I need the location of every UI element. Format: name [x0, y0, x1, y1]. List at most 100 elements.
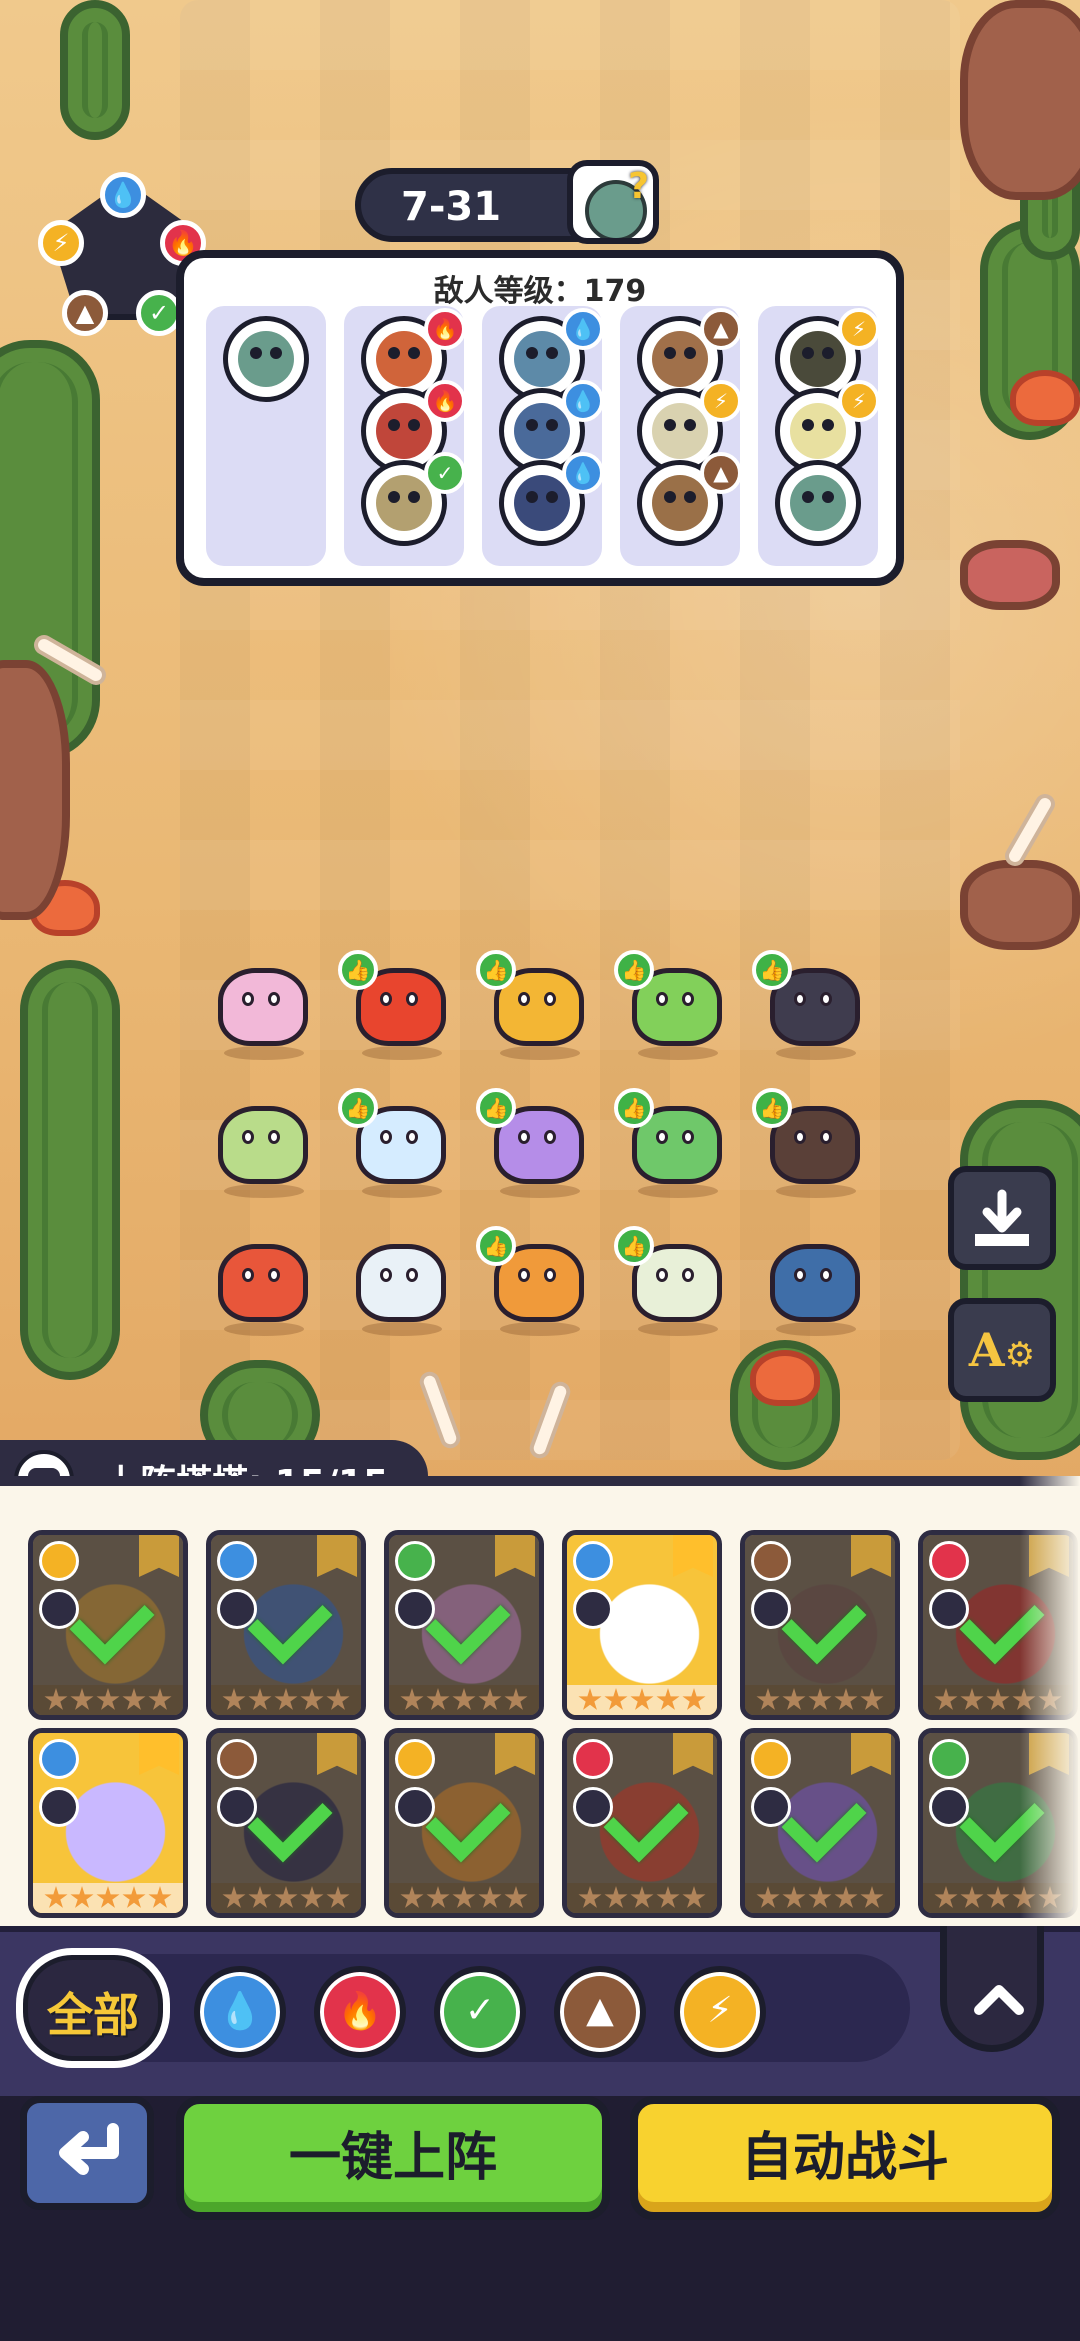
mountain-icon: ▲ — [700, 308, 742, 350]
stage-label: 7-31 — [401, 184, 502, 230]
back-button[interactable] — [20, 2096, 154, 2210]
enemy-portrait[interactable] — [223, 316, 309, 402]
enemy-level-title: 敌人等级：179 — [433, 274, 647, 309]
unit-card[interactable] — [740, 1728, 900, 1918]
star-icon — [70, 1688, 94, 1710]
unit-card[interactable] — [740, 1530, 900, 1720]
deployed-unit[interactable] — [200, 1226, 320, 1336]
auto-battle-button[interactable]: 自动战斗 — [630, 2096, 1060, 2220]
star-rating — [211, 1883, 361, 1913]
unit-roster[interactable] — [0, 1476, 1080, 1926]
flower-decoration — [750, 1350, 820, 1406]
auto-settings-button[interactable]: A⚙ — [948, 1298, 1056, 1402]
cactus-decoration — [20, 960, 120, 1380]
enemy-column: 🔥 🔥 ✓ — [344, 306, 466, 566]
cactus-decoration — [60, 0, 130, 140]
deployed-unit[interactable]: 👍 — [752, 1088, 872, 1198]
enemy-portrait[interactable] — [775, 460, 861, 546]
star-icon — [222, 1688, 246, 1710]
leaf-icon: ✓ — [424, 452, 466, 494]
auto-settings-label: A — [968, 1323, 1005, 1377]
return-arrow-icon — [59, 2123, 119, 2175]
deployed-unit[interactable]: 👍 — [338, 1088, 458, 1198]
star-icon — [756, 1688, 780, 1710]
star-icon — [578, 1688, 602, 1710]
star-icon — [986, 1886, 1010, 1908]
deployed-unit[interactable]: 👍 — [614, 1226, 734, 1336]
star-icon — [756, 1886, 780, 1908]
lightning-icon: ⚡ — [700, 380, 742, 422]
deployed-unit[interactable]: 👍 — [476, 950, 596, 1060]
unit-card[interactable] — [384, 1728, 544, 1918]
filter-all-button[interactable]: 全部 — [16, 1948, 170, 2068]
unit-card[interactable] — [28, 1530, 188, 1720]
thumbs-up-icon: 👍 — [752, 1088, 792, 1128]
deployed-unit[interactable]: 👍 — [338, 950, 458, 1060]
rock-decoration — [960, 540, 1060, 610]
gear-icon: ⚙ — [1004, 1335, 1036, 1375]
deployed-unit[interactable]: 👍 — [614, 950, 734, 1060]
unit-card[interactable] — [206, 1728, 366, 1918]
lightning-icon — [39, 1541, 79, 1581]
flame-icon: 🔥 — [424, 308, 466, 350]
star-icon — [122, 1688, 146, 1710]
deployed-unit[interactable]: 👍 — [752, 950, 872, 1060]
star-icon — [248, 1688, 272, 1710]
enemy-column: ⚡ ⚡ — [758, 306, 880, 566]
mountain-icon — [217, 1739, 257, 1779]
deployed-unit[interactable] — [752, 1226, 872, 1336]
boss-preview-button[interactable]: ? — [567, 160, 659, 244]
save-formation-button[interactable] — [948, 1166, 1056, 1270]
deployed-unit[interactable]: 👍 — [476, 1226, 596, 1336]
star-icon — [860, 1886, 884, 1908]
filter-grass-button[interactable]: ✓ — [434, 1966, 526, 2058]
water-drop-icon: 💧 — [562, 452, 604, 494]
star-rating — [745, 1883, 895, 1913]
star-icon — [96, 1688, 120, 1710]
flame-icon — [929, 1541, 969, 1581]
deployed-unit[interactable]: 👍 — [476, 1088, 596, 1198]
lightning-icon: ⚡ — [838, 308, 880, 350]
star-rating — [33, 1883, 183, 1913]
star-icon — [782, 1886, 806, 1908]
star-icon — [222, 1886, 246, 1908]
filter-water-button[interactable]: 💧 — [194, 1966, 286, 2058]
unit-card[interactable] — [206, 1530, 366, 1720]
class-icon — [39, 1589, 79, 1629]
star-icon — [960, 1688, 984, 1710]
flower-decoration — [1010, 370, 1080, 426]
star-icon — [300, 1688, 324, 1710]
unit-card[interactable] — [384, 1530, 544, 1720]
water-drop-icon: 💧 — [217, 1991, 263, 2032]
unit-card[interactable] — [562, 1728, 722, 1918]
class-icon — [395, 1787, 435, 1827]
star-icon — [834, 1688, 858, 1710]
water-drop-icon — [573, 1541, 613, 1581]
unit-card[interactable] — [562, 1530, 722, 1720]
deployed-unit[interactable]: 👍 — [614, 1088, 734, 1198]
star-icon — [452, 1886, 476, 1908]
star-rating — [33, 1685, 183, 1715]
filter-fire-button[interactable]: 🔥 — [314, 1966, 406, 2058]
leaf-icon: ✓ — [464, 1990, 496, 2031]
expand-roster-button[interactable] — [940, 1926, 1044, 2052]
deployed-unit[interactable] — [338, 1226, 458, 1336]
thumbs-up-icon: 👍 — [614, 950, 654, 990]
star-icon — [478, 1886, 502, 1908]
star-icon — [682, 1886, 706, 1908]
filter-earth-button[interactable]: ▲ — [554, 1966, 646, 2058]
lightning-icon — [751, 1739, 791, 1779]
deployed-unit[interactable] — [200, 1088, 320, 1198]
star-icon — [834, 1886, 858, 1908]
thumbs-up-icon: 👍 — [476, 1088, 516, 1128]
lightning-icon: ⚡ — [707, 1990, 733, 2031]
filter-thunder-button[interactable]: ⚡ — [674, 1966, 766, 2058]
class-icon — [573, 1787, 613, 1827]
star-icon — [426, 1688, 450, 1710]
deployed-unit[interactable] — [200, 950, 320, 1060]
mountain-icon — [751, 1541, 791, 1581]
star-icon — [934, 1688, 958, 1710]
star-icon — [478, 1688, 502, 1710]
unit-card[interactable] — [28, 1728, 188, 1918]
deploy-all-button[interactable]: 一键上阵 — [176, 2096, 610, 2220]
